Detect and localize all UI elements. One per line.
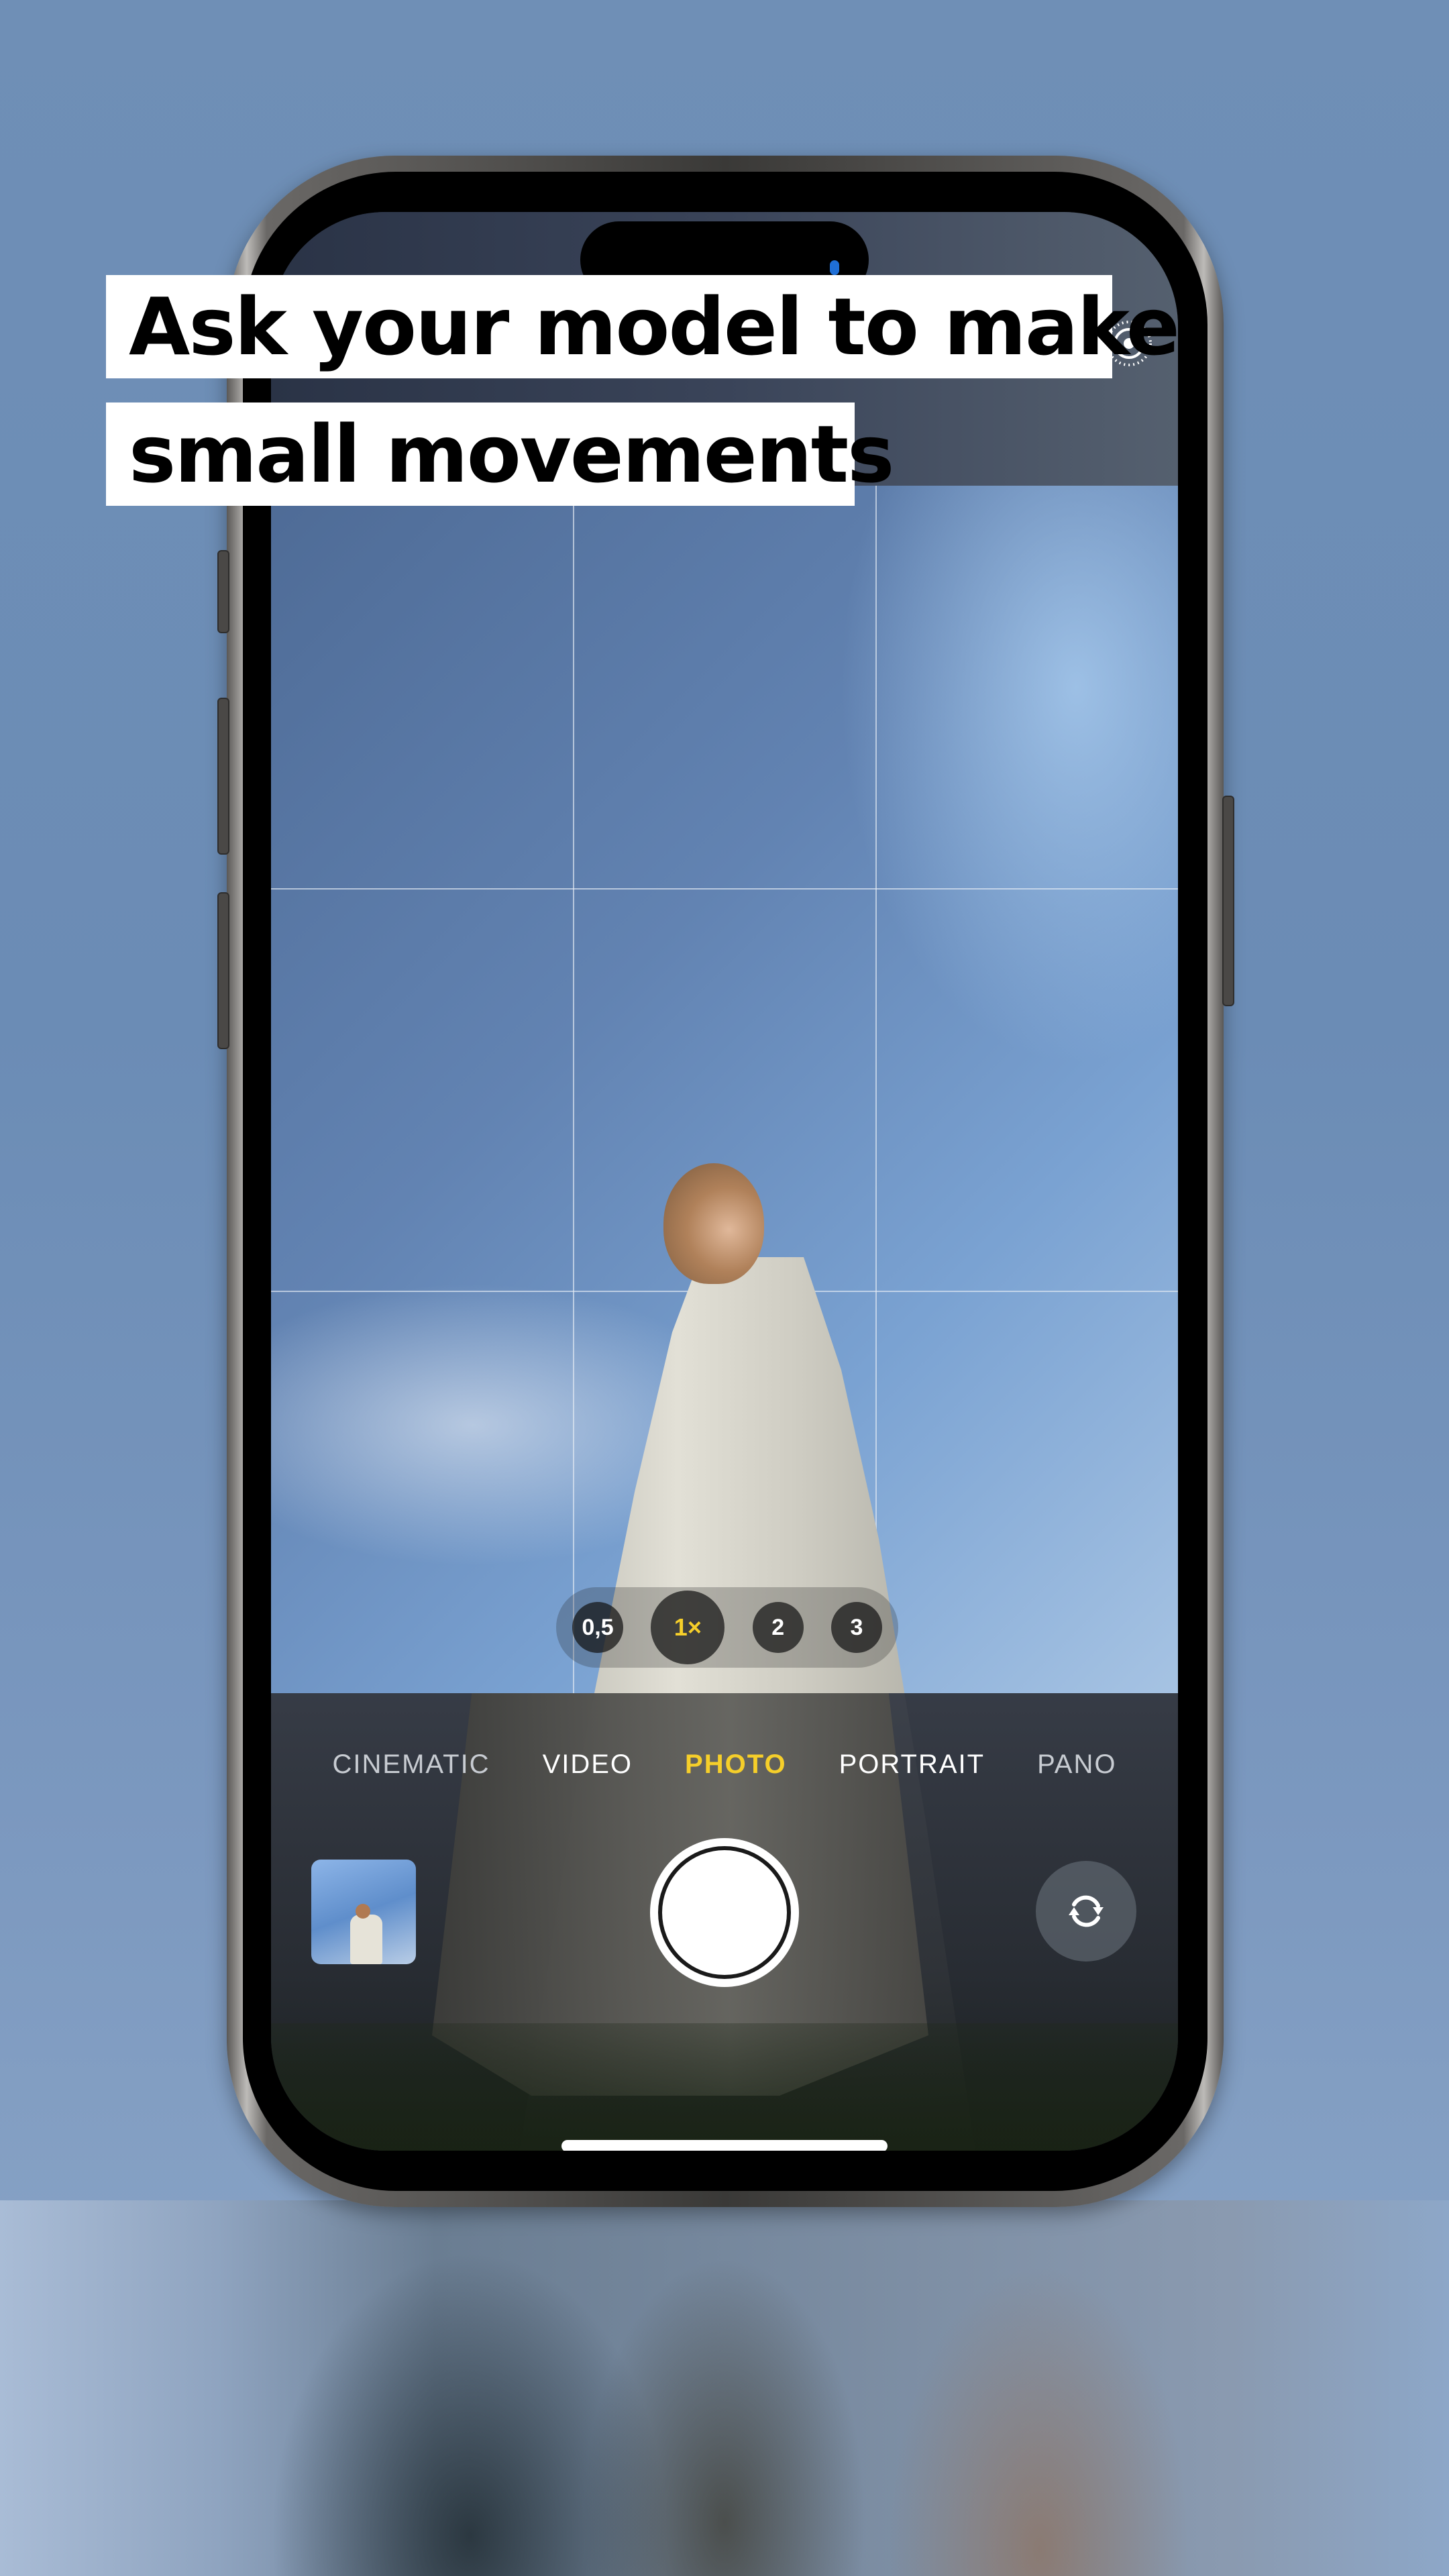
mode-cinematic[interactable]: CINEMATIC [333, 1750, 490, 1780]
shutter-button[interactable] [650, 1838, 799, 1987]
zoom-2x-button[interactable]: 2 [752, 1602, 804, 1653]
zoom-3x-button[interactable]: 3 [830, 1602, 882, 1653]
front-camera-icon [830, 260, 839, 275]
mode-portrait[interactable]: PORTRAIT [839, 1750, 985, 1780]
thumbnail-figure [350, 1915, 382, 1964]
subject-head [663, 1163, 764, 1284]
volume-up-button [217, 698, 229, 855]
grid-line [271, 888, 1178, 890]
viewfinder[interactable] [271, 486, 1178, 2151]
last-photo-thumbnail[interactable] [311, 1860, 416, 1964]
shutter-inner-ring [658, 1846, 791, 1979]
caption-line-1: Ask your model to make [106, 275, 1180, 378]
mode-photo[interactable]: PHOTO [685, 1750, 787, 1780]
grid-line [573, 486, 574, 1693]
zoom-1x-button[interactable]: 1× [651, 1591, 725, 1664]
thumbnail-head [356, 1904, 370, 1919]
camera-mode-selector: CINEMATIC VIDEO PHOTO PORTRAIT PANO [271, 1744, 1178, 1784]
caption-line-2: small movements [106, 402, 894, 506]
camera-flip-button[interactable] [1036, 1861, 1136, 1962]
volume-down-button [217, 892, 229, 1049]
zoom-selector: 0,5 1× 2 3 [556, 1587, 898, 1668]
grid-line [875, 486, 877, 1693]
power-button [1222, 796, 1234, 1006]
home-indicator[interactable] [561, 2140, 888, 2151]
zoom-0.5x-button[interactable]: 0,5 [572, 1602, 623, 1653]
trees [271, 2023, 1178, 2151]
mode-video[interactable]: VIDEO [543, 1750, 633, 1780]
mode-pano[interactable]: PANO [1037, 1750, 1116, 1780]
camera-flip-icon [1069, 1895, 1104, 1927]
background-blur [0, 2200, 1449, 2576]
action-button [217, 550, 229, 633]
